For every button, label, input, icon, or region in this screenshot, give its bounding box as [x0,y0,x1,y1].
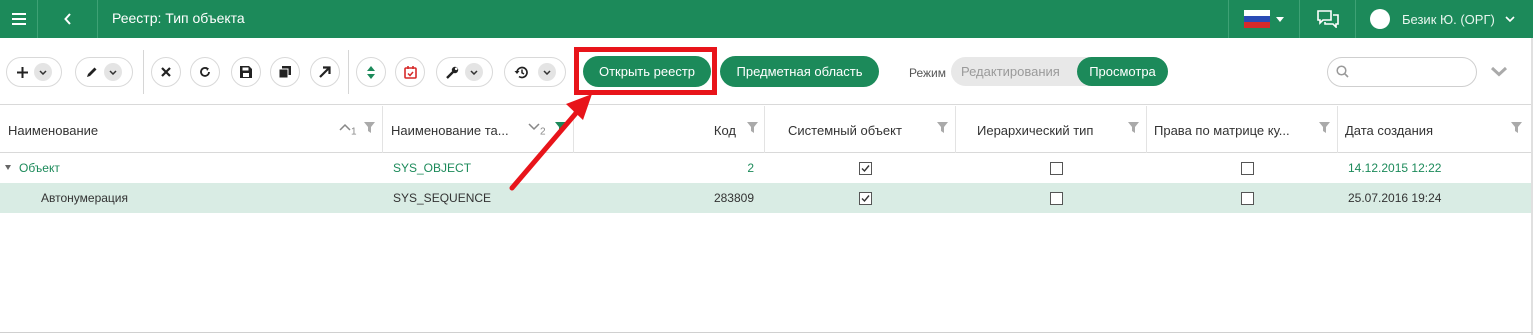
toolbar-divider [143,50,144,94]
save-button[interactable] [231,57,261,87]
chevron-down-icon[interactable] [1490,66,1508,77]
hamburger-icon [11,13,26,25]
chat-icon [1316,10,1339,28]
user-menu[interactable]: Безик Ю. (ОРГ) [1356,0,1533,38]
save-icon [240,66,252,78]
avatar [1370,9,1390,29]
delete-button[interactable] [151,57,181,87]
close-icon [161,67,171,77]
copy-icon [279,66,291,78]
calendar-check-icon [403,65,417,79]
subject-area-button[interactable]: Предметная область [720,56,879,87]
tools-button[interactable] [436,57,493,87]
column-header-code[interactable]: Код [574,106,765,153]
column-header-hierarchical[interactable]: Иерархический тип [956,106,1147,153]
filter-icon[interactable] [555,122,566,133]
history-button[interactable] [504,57,566,87]
mode-edit-option[interactable]: Редактирования [961,64,1060,79]
table-header: Наименование 1 Наименование та... 2 Код … [0,106,1533,153]
table-row[interactable]: Автонумерация SYS_SEQUENCE 283809 25.07.… [0,183,1533,213]
page-title: Реестр: Тип объекта [112,10,245,26]
tools-dropdown-caret[interactable] [465,63,483,81]
chevron-down-icon [109,69,117,75]
plus-icon [16,66,28,78]
column-header-system[interactable]: Системный объект [765,106,956,153]
add-dropdown-caret[interactable] [33,63,52,81]
expand-arrow-icon[interactable] [5,165,11,170]
caret-down-icon [1276,16,1284,22]
filter-icon[interactable] [1319,122,1330,133]
column-header-matrix-rights[interactable]: Права по матрице ку... [1147,106,1338,153]
column-header-table-name[interactable]: Наименование та... 2 [383,106,574,153]
arrow-up-right-icon [319,66,331,78]
user-name: Безик Ю. (ОРГ) [1402,11,1495,27]
table-row[interactable]: Объект SYS_OBJECT 2 14.12.2015 12:22 [0,153,1533,183]
matrix-rights-checkbox[interactable] [1241,162,1254,175]
search-box[interactable] [1327,57,1477,87]
mode-view-option[interactable]: Просмотра [1077,57,1168,86]
wrench-icon [446,66,459,79]
toolbar-divider [348,50,349,94]
sort-desc-icon: 2 [528,120,546,137]
app-header: Реестр: Тип объекта Безик Ю. (ОРГ) [0,0,1533,38]
edit-dropdown-caret[interactable] [104,63,122,81]
search-icon [1336,65,1349,78]
hierarchical-checkbox[interactable] [1050,162,1063,175]
history-icon [514,66,528,78]
checkmark-icon [861,195,870,203]
pencil-icon [87,67,97,77]
hierarchical-checkbox[interactable] [1050,192,1063,205]
sort-asc-icon: 1 [339,120,357,137]
chevron-down-icon [543,69,551,75]
language-selector[interactable] [1228,0,1300,38]
filter-icon[interactable] [364,122,375,133]
checkmark-icon [861,165,870,173]
edit-button[interactable] [75,57,133,87]
toolbar: Открыть реестр Предметная область Режим … [0,38,1533,105]
matrix-rights-checkbox[interactable] [1241,192,1254,205]
chevron-down-icon [470,69,478,75]
add-button[interactable] [6,57,62,87]
refresh-icon [200,67,210,77]
search-input[interactable] [1354,62,1469,82]
system-checkbox[interactable] [859,192,872,205]
chevron-left-icon [63,13,71,25]
column-header-created[interactable]: Дата создания [1338,106,1531,153]
system-checkbox[interactable] [859,162,872,175]
highlight-box [574,47,717,95]
open-external-button[interactable] [310,57,340,87]
copy-button[interactable] [270,57,300,87]
filter-icon[interactable] [1511,122,1522,133]
sort-button[interactable] [356,57,386,87]
chevron-down-icon [1505,16,1515,22]
mode-label: Режим [909,66,946,80]
back-button[interactable] [38,0,98,38]
column-header-name[interactable]: Наименование 1 [0,106,383,153]
chat-button[interactable] [1300,0,1356,38]
history-dropdown-caret[interactable] [538,63,556,81]
filter-icon[interactable] [937,122,948,133]
mode-toggle[interactable]: Редактирования Просмотра [951,57,1168,86]
filter-icon[interactable] [747,122,758,133]
russian-flag-icon [1244,10,1270,28]
filter-icon[interactable] [1128,122,1139,133]
chevron-down-icon [38,69,47,75]
calendar-button[interactable] [395,57,425,87]
sort-icon [367,65,375,79]
menu-button[interactable] [0,0,38,38]
refresh-button[interactable] [190,57,220,87]
